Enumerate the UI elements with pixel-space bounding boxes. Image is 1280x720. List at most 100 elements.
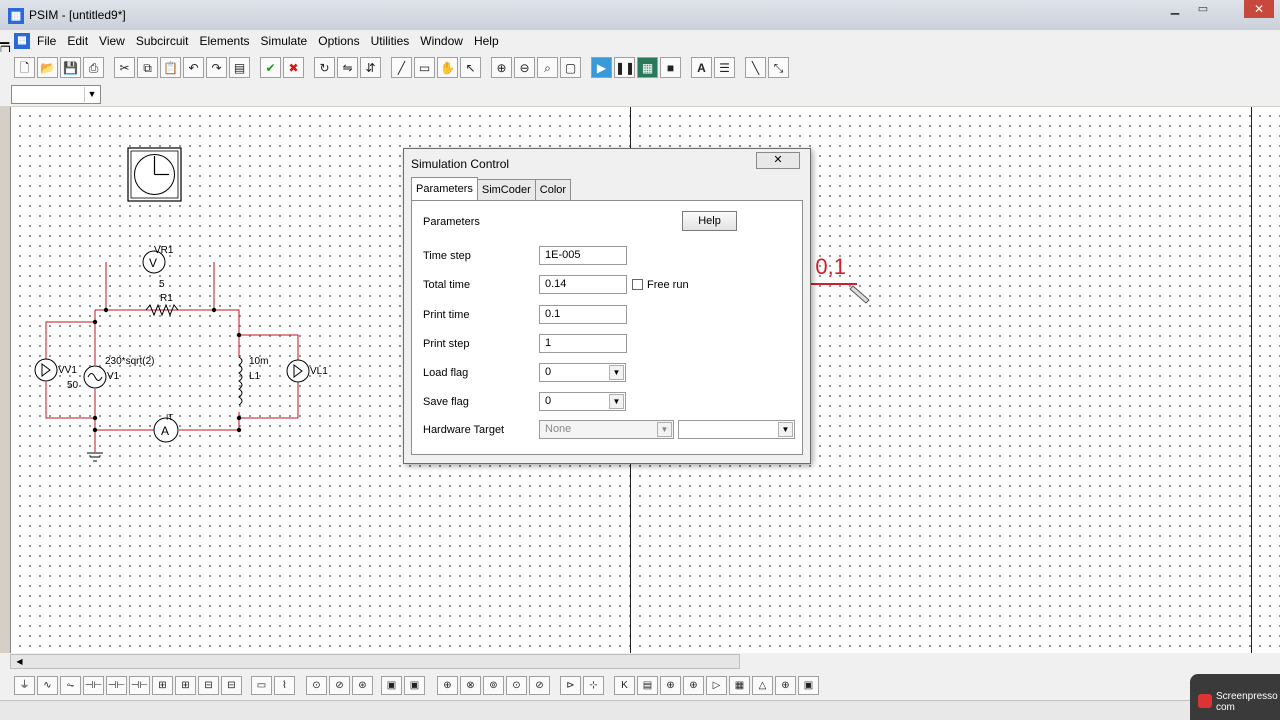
print-time-field[interactable]: 0.1 (539, 305, 627, 324)
element-library-button[interactable]: ⊟ (221, 676, 242, 695)
document-icon[interactable]: ▦ (14, 33, 30, 49)
element-library-button[interactable]: ▦ (729, 676, 750, 695)
tab-parameters[interactable]: Parameters (411, 177, 478, 200)
chevron-down-icon[interactable]: ▼ (609, 365, 624, 380)
element-library-button[interactable]: ▷ (706, 676, 727, 695)
element-library-button[interactable]: ⊹ (583, 676, 604, 695)
menu-elements[interactable]: Elements (200, 34, 257, 48)
rotate-icon[interactable]: ↻ (314, 57, 335, 78)
minimize-icon[interactable]: ▁ (1162, 0, 1188, 18)
menu-edit[interactable]: Edit (67, 34, 95, 48)
probe-icon[interactable]: ╲ (745, 57, 766, 78)
element-library-button[interactable]: ⊕ (683, 676, 704, 695)
help-button[interactable]: Help (682, 211, 737, 231)
hardware-target-select[interactable]: None ▼ (539, 420, 674, 439)
scroll-left-icon[interactable]: ◀ (11, 655, 28, 668)
element-library-button[interactable]: ⊕ (437, 676, 458, 695)
stop-icon[interactable]: ■ (660, 57, 681, 78)
cut-icon[interactable]: ✂ (114, 57, 135, 78)
psim-app-icon[interactable]: ▦ (8, 8, 24, 24)
escape-icon[interactable]: ⤡ (768, 57, 789, 78)
select-arrow-icon[interactable]: ↖ (460, 57, 481, 78)
element-library-button[interactable]: ⊘ (329, 676, 350, 695)
element-library-button[interactable]: ▭ (251, 676, 272, 695)
menu-file[interactable]: File (37, 34, 63, 48)
label-icon[interactable]: ▭ (414, 57, 435, 78)
element-library-button[interactable]: ⊕ (660, 676, 681, 695)
element-library-button[interactable]: ⏚ (14, 676, 35, 695)
text-icon[interactable]: A (691, 57, 712, 78)
menu-simulate[interactable]: Simulate (261, 34, 315, 48)
wire-icon[interactable]: ╱ (391, 57, 412, 78)
chevron-down-icon[interactable]: ▼ (657, 422, 672, 437)
chevron-down-icon[interactable]: ▼ (84, 87, 99, 102)
horizontal-scrollbar[interactable]: ◀ (10, 654, 740, 669)
flip-horizontal-icon[interactable]: ⇋ (337, 57, 358, 78)
element-library-button[interactable]: ⊙ (306, 676, 327, 695)
element-library-button[interactable]: ⊟ (198, 676, 219, 695)
close-window-button[interactable]: ✕ (1244, 0, 1274, 18)
pan-hand-icon[interactable]: ✋ (437, 57, 458, 78)
tab-color[interactable]: Color (534, 179, 572, 200)
flip-vertical-icon[interactable]: ⇵ (360, 57, 381, 78)
undo-icon[interactable]: ↶ (183, 57, 204, 78)
new-file-icon[interactable]: 🗋 (14, 57, 35, 78)
element-library-button[interactable]: ⊣⊢ (106, 676, 127, 695)
element-library-button[interactable]: ⊕ (775, 676, 796, 695)
tab-simcoder[interactable]: SimCoder (476, 179, 536, 200)
chevron-down-icon[interactable]: ▼ (609, 394, 624, 409)
run-simulation-icon[interactable]: ▶ (591, 57, 612, 78)
print-icon[interactable]: ⎙ (83, 57, 104, 78)
zoom-page-icon[interactable]: ▢ (560, 57, 581, 78)
element-library-button[interactable]: ⊣⊢ (83, 676, 104, 695)
element-library-button[interactable]: K (614, 676, 635, 695)
hardware-target-secondary-select[interactable]: ▼ (678, 420, 795, 439)
open-folder-icon[interactable]: 📂 (37, 57, 58, 78)
element-library-button[interactable]: △ (752, 676, 773, 695)
element-library-button[interactable]: ▤ (637, 676, 658, 695)
check-icon[interactable]: ✔ (260, 57, 281, 78)
menu-view[interactable]: View (99, 34, 132, 48)
element-library-button[interactable]: ⏦ (60, 676, 81, 695)
save-icon[interactable]: 💾 (60, 57, 81, 78)
free-run-checkbox[interactable] (632, 279, 643, 290)
inductor-l1[interactable] (238, 356, 243, 406)
properties-icon[interactable]: ☰ (714, 57, 735, 78)
maximize-icon[interactable]: ▭ (1190, 0, 1216, 18)
zoom-out-icon[interactable]: ⊖ (514, 57, 535, 78)
cross-icon[interactable]: ✖ (283, 57, 304, 78)
paste-icon[interactable]: 📋 (160, 57, 181, 78)
clipboard-icon[interactable]: ▤ (229, 57, 250, 78)
save-flag-select[interactable]: 0 ▼ (539, 392, 626, 411)
zoom-in-icon[interactable]: ⊕ (491, 57, 512, 78)
element-library-button[interactable]: ⊞ (175, 676, 196, 695)
print-step-field[interactable]: 1 (539, 334, 627, 353)
pause-icon[interactable]: ❚❚ (614, 57, 635, 78)
chevron-down-icon[interactable]: ▼ (778, 422, 793, 437)
element-library-button[interactable]: ⊛ (352, 676, 373, 695)
zoom-fit-icon[interactable]: ⌕ (537, 57, 558, 78)
element-library-button[interactable]: ▣ (404, 676, 425, 695)
element-library-button[interactable]: ⊳ (560, 676, 581, 695)
element-library-button[interactable]: ⊚ (483, 676, 504, 695)
element-library-button[interactable]: ⊗ (460, 676, 481, 695)
element-library-button[interactable]: ⊙ (506, 676, 527, 695)
voltage-probe-vl1[interactable] (286, 359, 310, 383)
menu-subcircuit[interactable]: Subcircuit (136, 34, 196, 48)
element-library-button[interactable]: ▣ (798, 676, 819, 695)
total-time-field[interactable]: 0.14 (539, 275, 627, 294)
element-library-button[interactable]: ∿ (37, 676, 58, 695)
voltage-probe-vv1[interactable] (34, 358, 58, 382)
clock-element[interactable] (127, 147, 182, 202)
load-flag-select[interactable]: 0 ▼ (539, 363, 626, 382)
element-library-button[interactable]: ⊘ (529, 676, 550, 695)
dialog-close-button[interactable]: ✕ (756, 152, 800, 169)
copy-icon[interactable]: ⧉ (137, 57, 158, 78)
menu-options[interactable]: Options (318, 34, 366, 48)
element-library-button[interactable]: ⊣⊢ (129, 676, 150, 695)
simview-icon[interactable]: ▦ (637, 57, 658, 78)
menu-window[interactable]: Window (420, 34, 470, 48)
element-library-button[interactable]: ⌇ (274, 676, 295, 695)
element-library-button[interactable]: ⊞ (152, 676, 173, 695)
redo-icon[interactable]: ↷ (206, 57, 227, 78)
